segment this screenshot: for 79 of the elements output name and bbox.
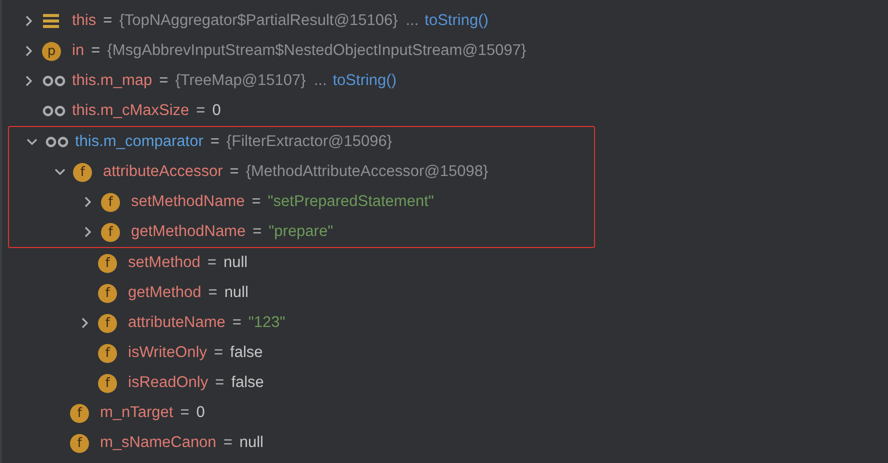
glasses-icon [45, 136, 69, 148]
field-icon: f [98, 284, 117, 302]
variable-name: isReadOnly [128, 374, 208, 392]
variable-name: isWriteOnly [128, 344, 207, 362]
equals-sign: = [252, 193, 261, 211]
tostring-link[interactable]: toString() [332, 72, 396, 90]
ellipsis: ... [314, 72, 327, 90]
variable-row[interactable]: this.m_comparator = {FilterExtractor@15096} [9, 127, 594, 157]
field-icon: f [101, 192, 120, 212]
equals-sign: = [223, 434, 232, 452]
variable-row[interactable]: f getMethodName = "prepare" [9, 217, 594, 247]
equals-sign: = [207, 254, 216, 272]
variable-name: getMethodName [131, 223, 246, 241]
equals-sign: = [103, 12, 112, 30]
field-icon: f [73, 162, 92, 182]
field-icon: f [98, 344, 117, 362]
variable-row[interactable]: f attributeName = "123" [6, 308, 888, 338]
equals-sign: = [252, 223, 262, 241]
equals-sign: = [196, 102, 206, 120]
variable-row[interactable]: this.m_map = {TreeMap@15107} ... toString() [6, 66, 888, 96]
variable-value: 0 [212, 102, 221, 120]
variable-value: false [230, 344, 263, 362]
variable-value: null [239, 434, 264, 452]
variable-value: null [224, 284, 248, 302]
variable-value: "setPreparedStatement" [268, 193, 434, 211]
variable-row[interactable]: f setMethod = null [6, 248, 888, 278]
variable-row[interactable]: p in = {MsgAbbrevInputStream$NestedObjectInputStream@15097} [6, 36, 888, 66]
equals-sign: = [215, 374, 224, 392]
equals-sign: = [159, 72, 168, 90]
variable-row[interactable]: this.m_cMaxSize = 0 [6, 96, 888, 126]
variable-name: this.m_map [72, 72, 152, 90]
glasses-icon [42, 105, 66, 117]
variable-value: {TreeMap@15107} [175, 72, 306, 90]
variable-value: "123" [248, 314, 286, 332]
variable-name: attributeName [128, 314, 226, 332]
equals-sign: = [214, 344, 224, 362]
variable-name: getMethod [128, 284, 202, 302]
variable-name: m_nTarget [100, 404, 174, 422]
equals-sign: = [230, 163, 239, 181]
glasses-icon [42, 75, 66, 87]
variable-value: {MethodAttributeAccessor@15098} [246, 163, 488, 181]
tostring-link[interactable]: toString() [424, 12, 488, 30]
equals-sign: = [180, 404, 190, 422]
equals-sign: = [210, 133, 220, 151]
variable-name: in [72, 42, 84, 60]
field-icon: f [70, 434, 89, 452]
variable-name: setMethodName [131, 193, 245, 211]
variable-name: m_sNameCanon [100, 434, 216, 452]
variable-value: {FilterExtractor@15096} [226, 133, 392, 151]
variable-row[interactable]: f isReadOnly = false [6, 368, 888, 398]
field-icon: f [98, 314, 117, 332]
variable-row[interactable]: this = {TopNAggregator$PartialResult@15106} ... toString() [6, 6, 888, 36]
variable-name: attributeAccessor [103, 163, 223, 181]
field-icon: f [98, 254, 117, 272]
equals-sign: = [208, 284, 218, 302]
variable-value: null [223, 254, 248, 272]
variable-value: {MsgAbbrevInputStream$NestedObjectInputStream@15097} [107, 42, 526, 60]
variable-row[interactable]: f attributeAccessor = {MethodAttributeAccessor@15098} [9, 157, 594, 187]
field-icon: f [101, 222, 120, 242]
variable-name: this [72, 12, 96, 30]
variable-row[interactable]: f isWriteOnly = false [6, 338, 888, 368]
variable-value: 0 [196, 404, 205, 422]
variable-value: {TopNAggregator$PartialResult@15106} [119, 12, 398, 30]
ellipsis: ... [406, 12, 419, 30]
variable-row[interactable]: f m_nTarget = 0 [6, 398, 888, 428]
stack-icon [42, 13, 60, 29]
variable-name: setMethod [128, 254, 200, 272]
equals-sign: = [232, 314, 242, 332]
variable-row[interactable]: f setMethodName = "setPreparedStatement" [9, 187, 594, 217]
field-icon: f [98, 374, 117, 392]
variable-value: "prepare" [268, 223, 334, 241]
variable-name: this.m_cMaxSize [72, 102, 190, 120]
field-icon: f [70, 404, 89, 422]
variable-row[interactable]: f getMethod = null [6, 278, 888, 308]
variable-name: this.m_comparator [75, 133, 204, 151]
parameter-icon: p [42, 42, 61, 60]
variable-row[interactable]: f m_sNameCanon = null [6, 428, 888, 458]
variable-value: false [231, 374, 264, 392]
equals-sign: = [91, 42, 100, 60]
